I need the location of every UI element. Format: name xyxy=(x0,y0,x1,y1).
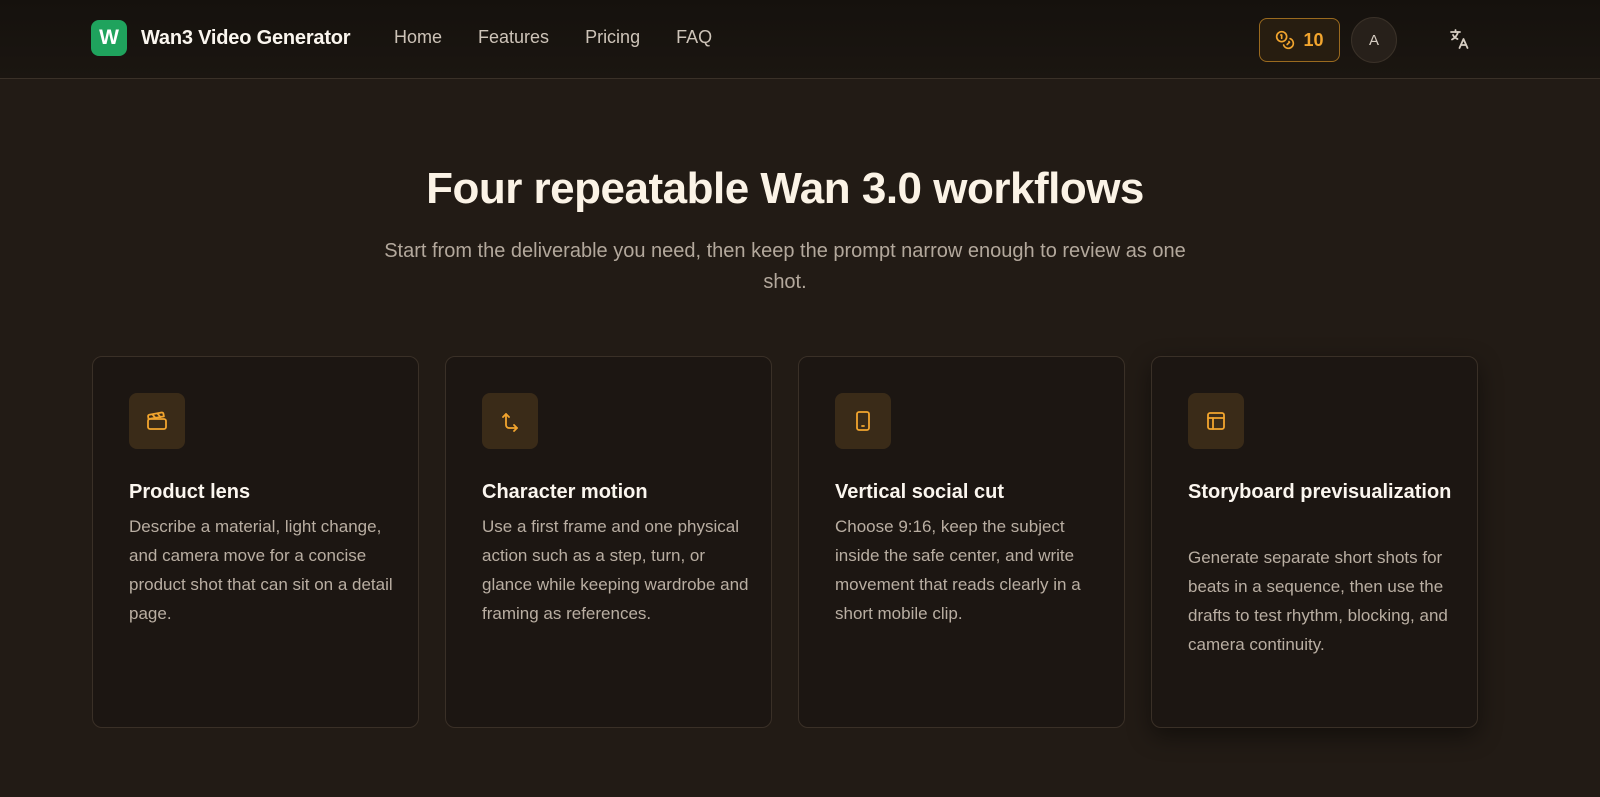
card-icon-wrapper xyxy=(835,393,891,449)
phone-icon xyxy=(856,411,870,431)
clapperboard-icon xyxy=(147,411,167,430)
card-icon-wrapper xyxy=(482,393,538,449)
user-avatar[interactable]: A xyxy=(1351,17,1397,63)
card-description: Describe a material, light change, and c… xyxy=(129,517,393,623)
card-icon-wrapper xyxy=(1188,393,1244,449)
nav-features-link[interactable]: Features xyxy=(478,27,549,48)
card-description: Use a first frame and one physical actio… xyxy=(482,517,749,623)
language-icon[interactable] xyxy=(1447,27,1471,51)
card-title: Storyboard previsualization xyxy=(1188,481,1452,503)
nav-home-link[interactable]: Home xyxy=(394,27,442,48)
card-description: Generate separate short shots for beats … xyxy=(1188,548,1448,654)
card-title: Vertical social cut xyxy=(835,481,1004,503)
section-subtitle: Start from the deliverable you need, the… xyxy=(384,240,1186,293)
logo-icon: W xyxy=(91,20,127,56)
workflow-card-product-lens: Product lens Describe a material, light … xyxy=(92,356,419,728)
main-nav: Home Features Pricing FAQ xyxy=(394,27,748,48)
layout-panel-icon xyxy=(1207,412,1225,430)
card-title: Product lens xyxy=(129,481,251,503)
card-description: Choose 9:16, keep the subject inside the… xyxy=(835,517,1081,623)
section-title: Four repeatable Wan 3.0 workflows xyxy=(426,164,1144,213)
brand[interactable]: W Wan3 Video Generator xyxy=(91,20,351,56)
workflow-card-character-motion: Character motion Use a first frame and o… xyxy=(445,356,772,728)
coins-icon xyxy=(1276,30,1295,50)
card-icon-wrapper xyxy=(129,393,185,449)
workflow-card-vertical-social-cut: Vertical social cut Choose 9:16, keep th… xyxy=(798,356,1125,728)
credits-count: 10 xyxy=(1303,29,1324,50)
workflow-card-storyboard-previsualization: Storyboard previsualization Generate sep… xyxy=(1151,356,1478,728)
nav-pricing-link[interactable]: Pricing xyxy=(585,27,640,48)
credits-button[interactable]: 10 xyxy=(1259,18,1340,62)
nav-faq-link[interactable]: FAQ xyxy=(676,27,712,48)
top-navigation-bar: W Wan3 Video Generator Home Features Pri… xyxy=(0,0,1600,79)
card-title: Character motion xyxy=(482,481,648,503)
brand-name: Wan3 Video Generator xyxy=(141,26,351,49)
move-axis-icon xyxy=(502,413,518,432)
